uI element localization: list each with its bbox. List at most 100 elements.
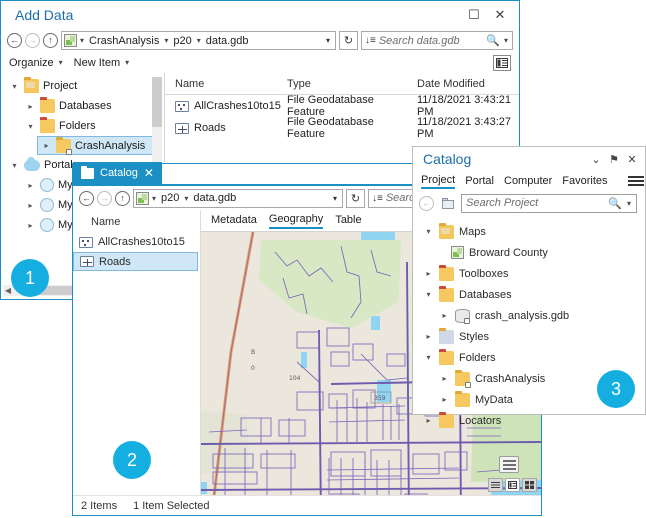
breadcrumb-datagdb[interactable]: data.gdb bbox=[191, 192, 238, 204]
list-column-header-name[interactable]: Name bbox=[73, 212, 200, 232]
list-view-icon[interactable] bbox=[488, 478, 503, 492]
search-input[interactable]: ↓≡ Search data.gdb 🔍 ▾ bbox=[361, 31, 513, 50]
chevron-down-icon[interactable]: ▾ bbox=[196, 36, 202, 45]
project-filter-icon[interactable] bbox=[438, 194, 457, 213]
tree-item-locators[interactable]: ▸ Locators bbox=[413, 410, 645, 431]
search-icon[interactable]: 🔍 bbox=[486, 34, 500, 47]
sort-icon[interactable]: ↓≡ bbox=[365, 35, 376, 46]
twisty-closed-icon[interactable]: ▸ bbox=[439, 374, 450, 383]
up-icon[interactable]: ↑ bbox=[115, 191, 130, 206]
view-layout-icon[interactable] bbox=[493, 55, 511, 71]
table-row[interactable]: AllCrashes10to15 File Geodatabase Featur… bbox=[165, 95, 519, 117]
scrollbar-thumb[interactable] bbox=[152, 77, 162, 127]
path-breadcrumb-bar[interactable]: ▾ p20 ▾ data.gdb ▾ bbox=[133, 189, 343, 208]
tab-portal[interactable]: Portal bbox=[465, 175, 494, 188]
details-view-icon[interactable] bbox=[505, 478, 520, 492]
twisty-closed-icon[interactable]: ▸ bbox=[25, 102, 36, 111]
twisty-open-icon[interactable]: ▾ bbox=[423, 353, 434, 362]
search-placeholder: Search Project bbox=[466, 197, 604, 209]
twisty-closed-icon[interactable]: ▸ bbox=[439, 395, 450, 404]
tree-label: CrashAnalysis bbox=[75, 140, 145, 152]
list-item-roads[interactable]: Roads bbox=[73, 252, 198, 271]
maximize-icon[interactable]: ☐ bbox=[461, 4, 487, 26]
path-dropdown-icon[interactable]: ▾ bbox=[333, 194, 340, 203]
thumbnail-view-icon[interactable] bbox=[522, 478, 537, 492]
twisty-closed-icon[interactable]: ▸ bbox=[41, 141, 52, 150]
tab-favorites[interactable]: Favorites bbox=[562, 175, 607, 188]
styles-icon bbox=[439, 330, 454, 344]
chevron-down-icon[interactable]: ▾ bbox=[79, 36, 85, 45]
tree-item-styles[interactable]: ▸ Styles bbox=[413, 326, 645, 347]
tab-project[interactable]: Project bbox=[421, 174, 455, 189]
twisty-open-icon[interactable]: ▾ bbox=[9, 161, 20, 170]
back-icon[interactable]: ← bbox=[7, 33, 22, 48]
refresh-icon[interactable]: ↻ bbox=[346, 189, 365, 208]
back-icon[interactable]: ← bbox=[419, 196, 434, 211]
tree-item-maps[interactable]: ▾ Maps bbox=[413, 221, 645, 242]
search-placeholder: Search data.gdb bbox=[379, 35, 483, 47]
breadcrumb-p20[interactable]: p20 bbox=[171, 35, 193, 47]
tab-computer[interactable]: Computer bbox=[504, 175, 552, 188]
tree-item-databases[interactable]: ▾ Databases bbox=[413, 284, 645, 305]
chevron-down-icon[interactable]: ▾ bbox=[151, 194, 157, 203]
close-icon[interactable]: ✕ bbox=[623, 153, 641, 166]
tree-item-databases[interactable]: ▸ Databases bbox=[1, 96, 164, 116]
new-item-menu[interactable]: New Item ▾ bbox=[74, 57, 130, 69]
column-header-date[interactable]: Date Modified bbox=[407, 78, 519, 90]
breadcrumb-datagdb[interactable]: data.gdb bbox=[204, 35, 251, 47]
twisty-open-icon[interactable]: ▾ bbox=[423, 227, 434, 236]
overview-panel-icon[interactable] bbox=[499, 456, 519, 473]
twisty-open-icon[interactable]: ▾ bbox=[25, 122, 36, 131]
add-data-menubar: Organize ▾ New Item ▾ bbox=[1, 52, 519, 73]
tab-table[interactable]: Table bbox=[335, 214, 361, 228]
tree-item-folders[interactable]: ▾ Folders bbox=[1, 116, 164, 136]
table-row[interactable]: Roads File Geodatabase Feature 11/18/202… bbox=[165, 117, 519, 139]
back-icon[interactable]: ← bbox=[79, 191, 94, 206]
tree-item-crashanalysis[interactable]: ▸ CrashAnalysis bbox=[37, 136, 156, 155]
search-icon[interactable]: 🔍 bbox=[608, 197, 622, 210]
column-header-type[interactable]: Type bbox=[277, 78, 407, 90]
twisty-open-icon[interactable]: ▾ bbox=[423, 290, 434, 299]
forward-icon[interactable]: → bbox=[25, 33, 40, 48]
chevron-down-icon[interactable]: ▾ bbox=[163, 36, 169, 45]
chevron-down-icon[interactable]: ▾ bbox=[626, 199, 632, 208]
tree-item-toolboxes[interactable]: ▸ Toolboxes bbox=[413, 263, 645, 284]
sort-icon[interactable]: ↓≡ bbox=[372, 193, 383, 204]
tree-item-broward-county[interactable]: Broward County bbox=[413, 242, 645, 263]
tree-item-project[interactable]: ▾ Project bbox=[1, 76, 164, 96]
twisty-closed-icon[interactable]: ▸ bbox=[25, 201, 36, 210]
refresh-icon[interactable]: ↻ bbox=[339, 31, 358, 50]
path-dropdown-icon[interactable]: ▾ bbox=[326, 36, 333, 45]
chevron-down-icon[interactable]: ▾ bbox=[183, 194, 189, 203]
twisty-closed-icon[interactable]: ▸ bbox=[423, 332, 434, 341]
breadcrumb-p20[interactable]: p20 bbox=[159, 192, 181, 204]
organize-menu[interactable]: Organize ▾ bbox=[9, 57, 64, 69]
twisty-closed-icon[interactable]: ▸ bbox=[439, 311, 450, 320]
tab-catalog[interactable]: Catalog ✕ bbox=[73, 162, 162, 184]
search-input[interactable]: Search Project 🔍 ▾ bbox=[461, 194, 637, 213]
up-icon[interactable]: ↑ bbox=[43, 33, 58, 48]
chevron-down-icon[interactable]: ▾ bbox=[503, 36, 509, 45]
tab-metadata[interactable]: Metadata bbox=[211, 214, 257, 228]
twisty-closed-icon[interactable]: ▸ bbox=[25, 221, 36, 230]
twisty-closed-icon[interactable]: ▸ bbox=[423, 269, 434, 278]
forward-icon[interactable]: → bbox=[97, 191, 112, 206]
tree-item-crash-analysis-gdb[interactable]: ▸ crash_analysis.gdb bbox=[413, 305, 645, 326]
twisty-closed-icon[interactable]: ▸ bbox=[25, 181, 36, 190]
path-breadcrumb-bar[interactable]: ▾ CrashAnalysis ▾ p20 ▾ data.gdb ▾ bbox=[61, 31, 336, 50]
breadcrumb-crashanalysis[interactable]: CrashAnalysis bbox=[87, 35, 161, 47]
hamburger-icon[interactable] bbox=[628, 175, 637, 187]
close-icon[interactable]: ✕ bbox=[487, 4, 513, 26]
list-item-allcrashes[interactable]: AllCrashes10to15 bbox=[73, 232, 200, 252]
column-header-name[interactable]: Name bbox=[165, 78, 277, 90]
chevron-down-icon[interactable]: ⌄ bbox=[587, 153, 605, 166]
scroll-left-icon[interactable]: ◀ bbox=[3, 286, 13, 295]
catalog-icon bbox=[81, 168, 94, 179]
tab-geography[interactable]: Geography bbox=[269, 213, 323, 229]
twisty-closed-icon[interactable]: ▸ bbox=[423, 416, 434, 425]
twisty-open-icon[interactable]: ▾ bbox=[9, 82, 20, 91]
cell-name: Roads bbox=[194, 122, 226, 134]
tree-item-folders[interactable]: ▾ Folders bbox=[413, 347, 645, 368]
pin-icon[interactable]: ⚑ bbox=[605, 153, 623, 166]
close-icon[interactable]: ✕ bbox=[144, 166, 154, 180]
